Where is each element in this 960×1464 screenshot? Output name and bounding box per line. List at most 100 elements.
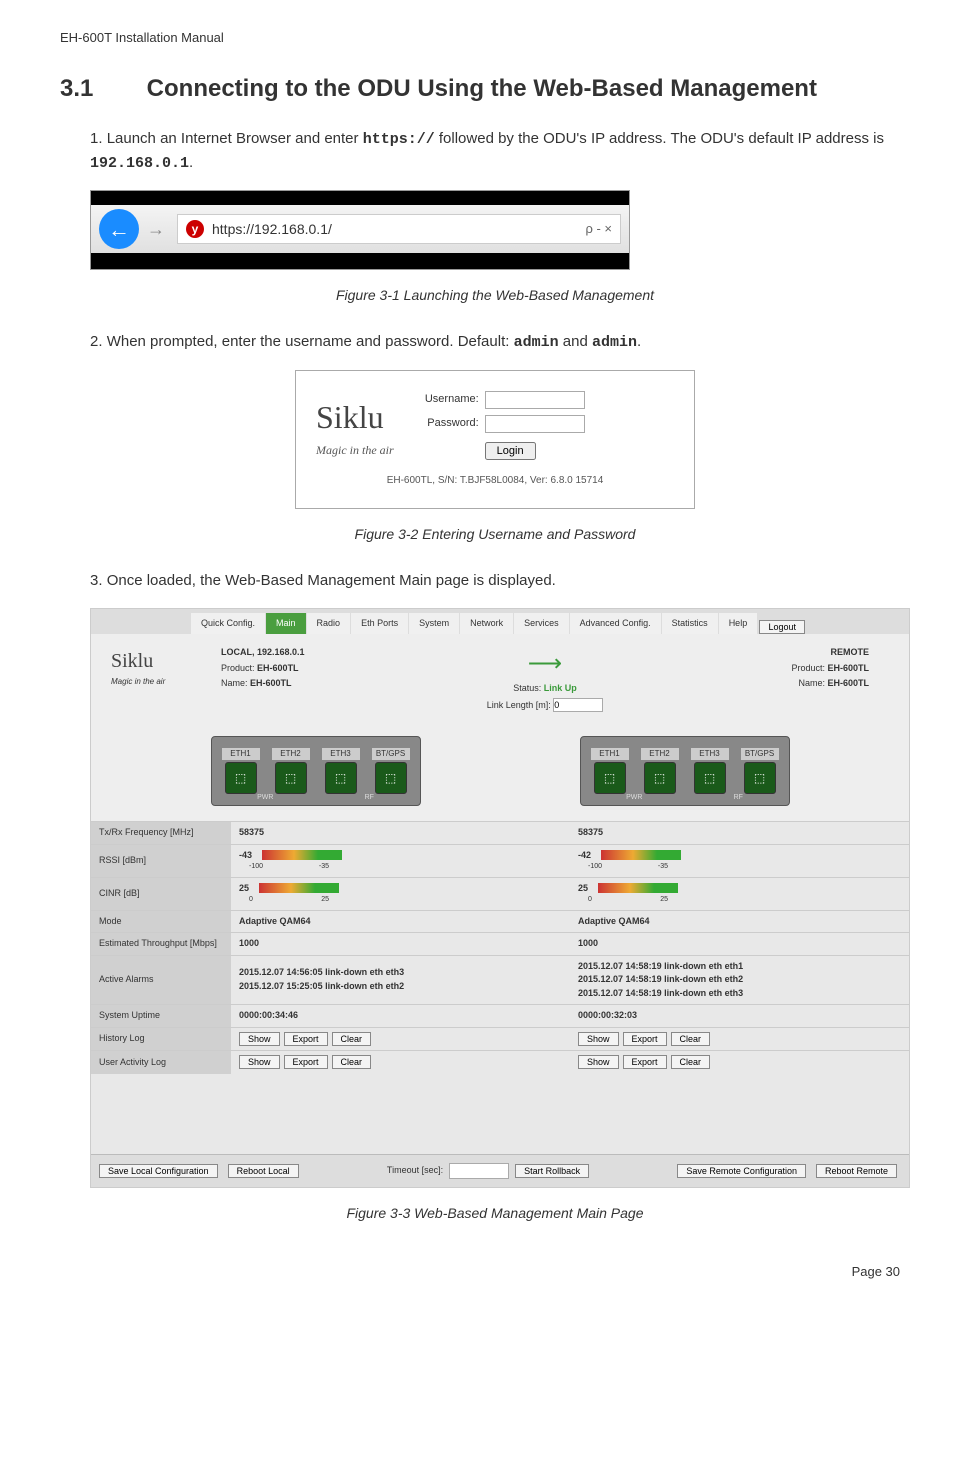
local-value: 58375 (231, 822, 570, 844)
ethernet-icon: ⬚ (325, 762, 357, 794)
alarm-line: 2015.12.07 14:58:19 link-down eth eth1 (578, 960, 901, 974)
tab-eth-ports[interactable]: Eth Ports (351, 613, 408, 635)
row-label: Tx/Rx Frequency [MHz] (91, 822, 231, 844)
table-row: Tx/Rx Frequency [MHz] 58375 58375 (91, 821, 909, 844)
eth-label: ETH1 (222, 748, 260, 760)
show-button[interactable]: Show (578, 1032, 619, 1046)
clear-button[interactable]: Clear (332, 1032, 372, 1046)
value-text: 58375 (578, 827, 603, 837)
save-local-button[interactable]: Save Local Configuration (99, 1164, 218, 1178)
show-button[interactable]: Show (578, 1055, 619, 1069)
alarm-line: 2015.12.07 14:56:05 link-down eth eth3 (239, 966, 562, 980)
export-button[interactable]: Export (284, 1055, 328, 1069)
local-title: LOCAL, 192.168.0.1 (221, 647, 305, 657)
row-label: RSSI [dBm] (91, 845, 231, 877)
ethernet-icon: ⬚ (375, 762, 407, 794)
gauge-labels: -100-35 (588, 862, 668, 873)
value-text: 58375 (239, 827, 264, 837)
device-bottom-row: PWRRF (212, 793, 420, 804)
gauge-labels: 025 (588, 895, 668, 906)
value-text: -42 (578, 850, 591, 860)
local-value: 0000:00:34:46 (231, 1005, 570, 1027)
tab-radio[interactable]: Radio (307, 613, 351, 635)
row-label: Estimated Throughput [Mbps] (91, 933, 231, 955)
eth-label: BT/GPS (741, 748, 779, 760)
step-2-c2: admin (592, 334, 637, 351)
ethernet-icon: ⬚ (275, 762, 307, 794)
eth-port: ETH1 ⬚ (591, 748, 629, 794)
link-length-input[interactable] (553, 698, 603, 712)
ethernet-icon: ⬚ (594, 762, 626, 794)
gauge-icon (601, 850, 681, 860)
clear-button[interactable]: Clear (671, 1032, 711, 1046)
address-bar[interactable]: y https://192.168.0.1/ ρ - × (177, 214, 621, 244)
page-number: Page 30 (60, 1264, 900, 1279)
password-label: Password: (414, 415, 479, 432)
step-2: 2. When prompted, enter the username and… (90, 331, 900, 545)
logout-button[interactable]: Logout (759, 620, 805, 634)
eth-port: BT/GPS ⬚ (372, 748, 410, 794)
start-rollback-button[interactable]: Start Rollback (515, 1164, 589, 1178)
remote-device: ETH1⬚ETH2⬚ETH3⬚BT/GPS⬚PWRRF (580, 736, 790, 806)
export-button[interactable]: Export (623, 1055, 667, 1069)
ethernet-icon: ⬚ (694, 762, 726, 794)
remote-name: EH-600TL (827, 678, 869, 688)
status-label: Status: (513, 683, 541, 693)
username-label: Username: (414, 391, 479, 408)
row-label: History Log (91, 1028, 231, 1051)
link-arrow-icon: ⟶ (475, 646, 615, 682)
show-button[interactable]: Show (239, 1055, 280, 1069)
tab-network[interactable]: Network (460, 613, 513, 635)
timeout-input[interactable] (449, 1163, 509, 1179)
login-button[interactable]: Login (485, 442, 536, 460)
webui-screenshot: Quick Config.MainRadioEth PortsSystemNet… (90, 608, 910, 1188)
username-input[interactable] (485, 391, 585, 409)
clear-button[interactable]: Clear (671, 1055, 711, 1069)
show-button[interactable]: Show (239, 1032, 280, 1046)
webui-tagline: Magic in the air (111, 676, 201, 688)
export-button[interactable]: Export (623, 1032, 667, 1046)
eth-port: ETH3 ⬚ (322, 748, 360, 794)
eth-port: ETH2⬚ (641, 748, 679, 794)
gauge-max: -35 (658, 862, 668, 873)
table-row: ModeAdaptive QAM64Adaptive QAM64 (91, 910, 909, 933)
alarm-line: 2015.12.07 14:58:19 link-down eth eth3 (578, 987, 901, 1001)
tab-statistics[interactable]: Statistics (662, 613, 718, 635)
local-value: Show Export Clear (231, 1028, 570, 1051)
reboot-local-button[interactable]: Reboot Local (228, 1164, 299, 1178)
tab-quick-config-[interactable]: Quick Config. (191, 613, 265, 635)
eth-label: ETH1 (591, 748, 629, 760)
timeout-label: Timeout [sec]: (387, 1164, 443, 1178)
reboot-remote-button[interactable]: Reboot Remote (816, 1164, 897, 1178)
section-heading: 3.1 Connecting to the ODU Using the Web-… (60, 75, 900, 103)
tab-system[interactable]: System (409, 613, 459, 635)
local-value: Adaptive QAM64 (231, 911, 570, 933)
gauge-max: 25 (321, 895, 329, 906)
clear-button[interactable]: Clear (332, 1055, 372, 1069)
tab-help[interactable]: Help (719, 613, 758, 635)
tab-main[interactable]: Main (266, 613, 306, 635)
password-input[interactable] (485, 415, 585, 433)
step-1-t1: Launch an Internet Browser and enter (107, 130, 363, 147)
eth-label: ETH3 (322, 748, 360, 760)
local-value: Show Export Clear (231, 1051, 570, 1074)
device-bottom-label: RF (734, 793, 743, 804)
section-number: 3.1 (60, 75, 140, 103)
export-button[interactable]: Export (284, 1032, 328, 1046)
save-remote-button[interactable]: Save Remote Configuration (677, 1164, 806, 1178)
eth-label: ETH2 (641, 748, 679, 760)
figure-3-2-caption: Figure 3-2 Entering Username and Passwor… (90, 524, 900, 545)
tab-services[interactable]: Services (514, 613, 569, 635)
site-icon: y (186, 220, 204, 238)
step-1: 1. Launch an Internet Browser and enter … (90, 128, 900, 306)
value-text: 0000:00:34:46 (239, 1010, 298, 1020)
eth-label: BT/GPS (372, 748, 410, 760)
tab-advanced-config-[interactable]: Advanced Config. (570, 613, 661, 635)
status-value: Link Up (544, 683, 577, 693)
table-row: Active Alarms2015.12.07 14:56:05 link-do… (91, 955, 909, 1005)
row-label: CINR [dB] (91, 878, 231, 910)
device-bottom-row: PWRRF (581, 793, 789, 804)
eth-port: ETH1⬚ (222, 748, 260, 794)
table-row: CINR [dB]2502525025 (91, 877, 909, 910)
local-value: 1000 (231, 933, 570, 955)
